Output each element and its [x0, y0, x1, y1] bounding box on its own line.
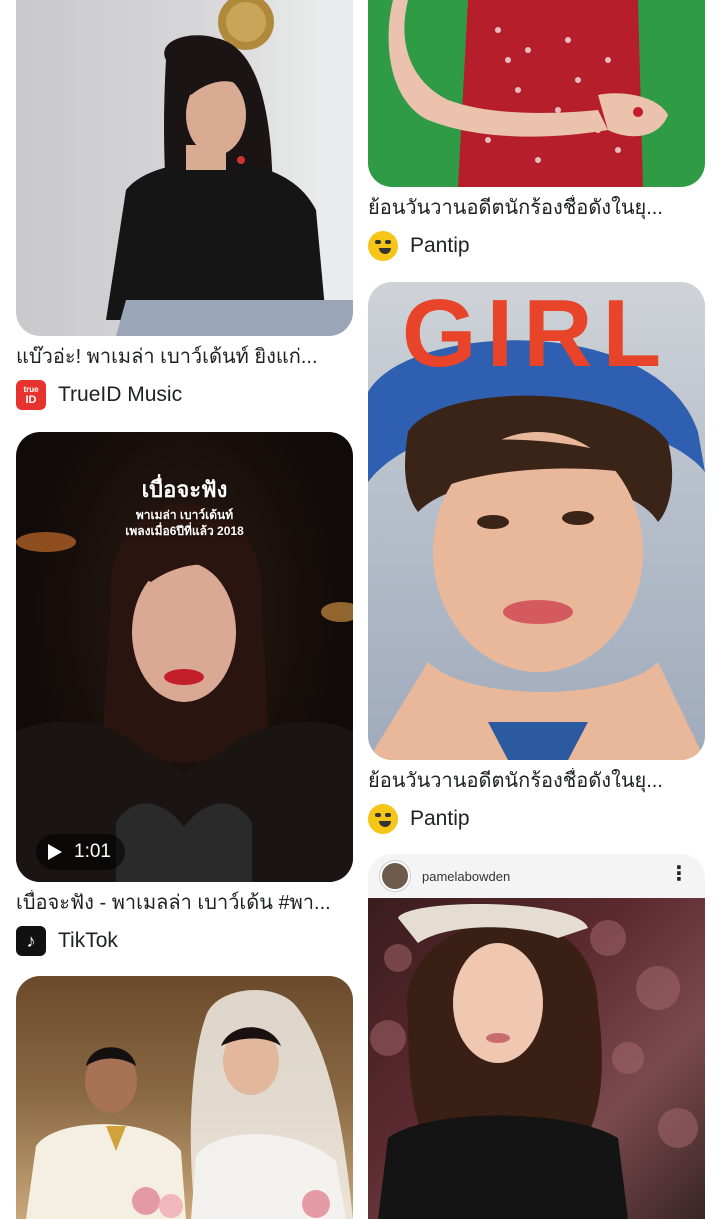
pin-image[interactable]: GIRL [368, 282, 705, 760]
video-duration: 1:01 [74, 841, 111, 862]
pin-card[interactable] [16, 976, 353, 1219]
pin-source[interactable]: ♪ TikTok [16, 926, 353, 956]
pin-source[interactable]: Pantip [368, 231, 705, 261]
source-name[interactable]: TikTok [58, 929, 118, 953]
pin-card[interactable]: pamelabowden ⋮ [368, 854, 705, 1219]
pantip-icon [368, 804, 398, 834]
pin-title[interactable]: แบ๊วอ่ะ! พาเมล่า เบาว์เด้นท์ ยิงแก่... [16, 344, 353, 370]
avatar [380, 861, 410, 891]
pin-card[interactable]: เบื่อจะฟัง พาเมล่า เบาว์เด้นท์ เพลงเมื่อ… [16, 432, 353, 956]
pin-video-thumbnail[interactable]: เบื่อจะฟัง พาเมล่า เบาว์เด้นท์ เพลงเมื่อ… [16, 432, 353, 882]
more-options-icon: ⋮ [669, 863, 689, 885]
video-overlay-title: เบื่อจะฟัง [141, 477, 228, 502]
pin-image[interactable] [16, 976, 353, 1219]
pin-title[interactable]: เบื่อจะฟัง - พาเมลล่า เบาว์เด้น #พา... [16, 890, 353, 916]
source-name[interactable]: Pantip [410, 807, 470, 831]
source-name[interactable]: TrueID Music [58, 383, 182, 407]
pin-title[interactable]: ย้อนวันวานอดีตนักร้องชื่อดังในยุ... [368, 768, 705, 794]
pin-card[interactable]: แบ๊วอ่ะ! พาเมล่า เบาว์เด้นท์ ยิงแก่... t… [16, 0, 353, 410]
pin-source[interactable]: true ID TrueID Music [16, 380, 353, 410]
trueid-icon-text-bottom: ID [25, 394, 37, 406]
pin-card[interactable]: GIRL ย้อนวันวานอดีตนักร้องชื่อดังในยุ...… [368, 282, 705, 834]
instagram-username: pamelabowden [422, 868, 511, 884]
pin-image[interactable] [368, 0, 705, 187]
pin-source[interactable]: Pantip [368, 804, 705, 834]
pin-title[interactable]: ย้อนวันวานอดีตนักร้องชื่อดังในยุ... [368, 195, 705, 221]
video-duration-badge: 1:01 [36, 834, 125, 870]
video-overlay-line2: เพลงเมื่อ6ปีที่แล้ว 2018 [125, 524, 244, 538]
trueid-icon: true ID [16, 380, 46, 410]
pin-image[interactable] [368, 898, 705, 1219]
pin-feed: แบ๊วอ่ะ! พาเมล่า เบาว์เด้นท์ ยิงแก่... t… [0, 0, 720, 1219]
pantip-icon [368, 231, 398, 261]
magazine-title: GIRL [401, 282, 672, 387]
pin-image[interactable] [16, 0, 353, 336]
tiktok-icon: ♪ [16, 926, 46, 956]
pin-card[interactable]: ย้อนวันวานอดีตนักร้องชื่อดังในยุ... Pant… [368, 0, 705, 261]
instagram-post-header: pamelabowden ⋮ [368, 854, 705, 898]
play-icon [48, 844, 62, 860]
source-name[interactable]: Pantip [410, 234, 470, 258]
